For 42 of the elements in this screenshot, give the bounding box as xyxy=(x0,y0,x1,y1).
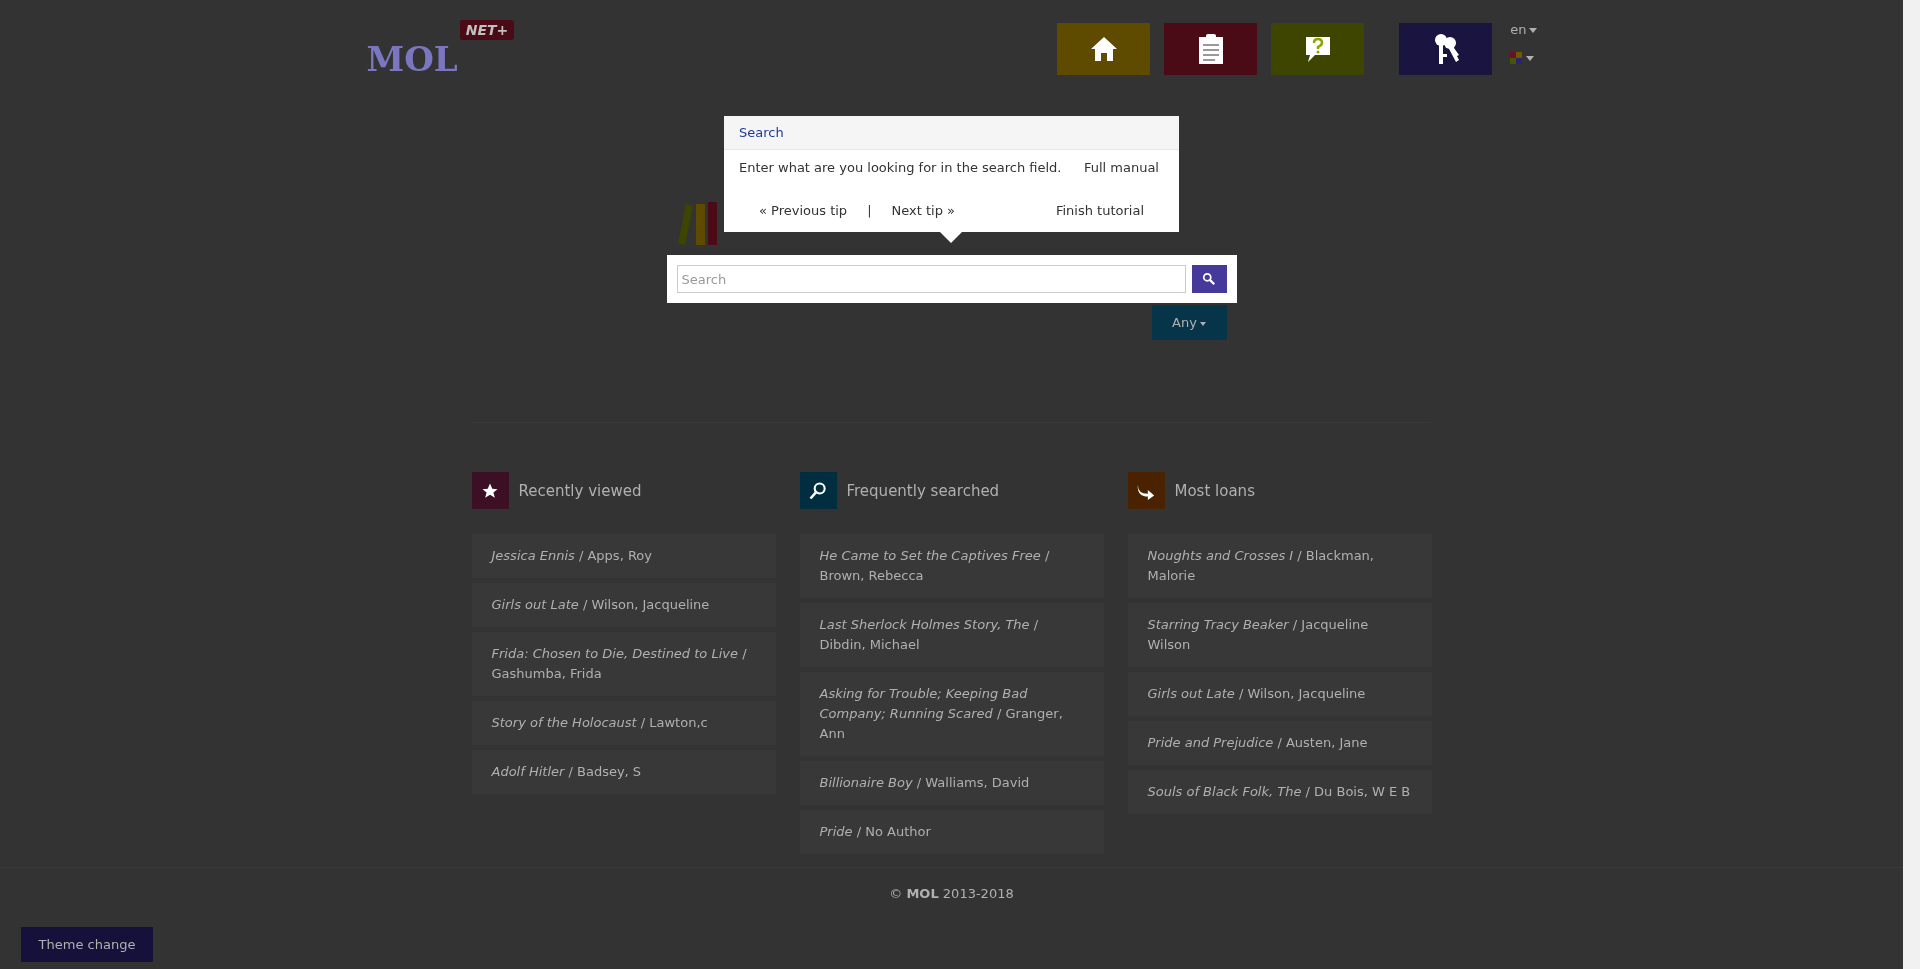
book-link[interactable]: Jessica Ennis / Apps, Roy xyxy=(471,534,776,578)
section-title: Frequently searched xyxy=(846,481,1000,500)
logo-text[interactable]: MOL xyxy=(366,42,458,76)
section-title: Recently viewed xyxy=(518,481,642,500)
clipboard-icon xyxy=(1197,33,1224,65)
clipboard-button[interactable] xyxy=(1164,23,1258,75)
logo-badge: NET+ xyxy=(459,20,515,40)
search-icon xyxy=(808,480,828,501)
theme-color-selector[interactable] xyxy=(1510,52,1535,64)
search-button[interactable] xyxy=(1191,265,1227,293)
book-link[interactable]: Asking for Trouble; Keeping Bad Company; Running Scared / Granger, Ann xyxy=(799,672,1104,756)
finish-tutorial-link[interactable]: Finish tutorial xyxy=(1055,203,1144,218)
copyright-text: © MOL 2013-2018 xyxy=(889,886,1014,901)
separator: | xyxy=(867,203,872,218)
book-link[interactable]: Starring Tracy Beaker / Jacqueline Wilson xyxy=(1127,603,1432,667)
language-selector[interactable]: en xyxy=(1510,22,1537,38)
scrollbar[interactable] xyxy=(1903,0,1920,969)
book-link[interactable]: Frida: Chosen to Die, Destined to Live / Gashumba, Frida xyxy=(471,632,776,696)
book-link[interactable]: Pride / No Author xyxy=(799,810,1104,854)
book-link[interactable]: Adolf Hitler / Badsey, S xyxy=(471,750,776,794)
home-button[interactable] xyxy=(1057,23,1151,75)
popup-title: Search xyxy=(724,116,1179,150)
book-link[interactable]: Pride and Prejudice / Austen, Jane xyxy=(1127,721,1432,765)
search-icon xyxy=(1202,272,1216,286)
book-link[interactable]: He Came to Set the Captives Free / Brown, Rebecca xyxy=(799,534,1104,598)
previous-tip-link[interactable]: « Previous tip xyxy=(759,203,848,218)
book-link[interactable]: Noughts and Crosses I / Blackman, Malorie xyxy=(1127,534,1432,598)
keys-button[interactable] xyxy=(1399,23,1493,75)
next-tip-link[interactable]: Next tip » xyxy=(891,203,955,218)
theme-change-button[interactable]: Theme change xyxy=(21,927,153,962)
popup-message: Enter what are you looking for in the search field. xyxy=(739,160,1062,175)
full-manual-link[interactable]: Full manual xyxy=(1083,160,1159,175)
help-button[interactable] xyxy=(1271,23,1365,75)
book-link[interactable]: Billionaire Boy / Walliams, David xyxy=(799,761,1104,805)
book-link[interactable]: Souls of Black Folk, The / Du Bois, W E B xyxy=(1127,770,1432,814)
filter-dropdown[interactable]: Any xyxy=(1151,305,1227,340)
book-link[interactable]: Story of the Holocaust / Lawton,c xyxy=(471,701,776,745)
book-link[interactable]: Girls out Late / Wilson, Jacqueline xyxy=(1127,672,1432,716)
book-link[interactable]: Last Sherlock Holmes Story, The / Dibdin, Michael xyxy=(799,603,1104,667)
section-title: Most loans xyxy=(1174,481,1255,500)
book-link[interactable]: Girls out Late / Wilson, Jacqueline xyxy=(471,583,776,627)
search-field[interactable]: Search xyxy=(676,265,1186,293)
